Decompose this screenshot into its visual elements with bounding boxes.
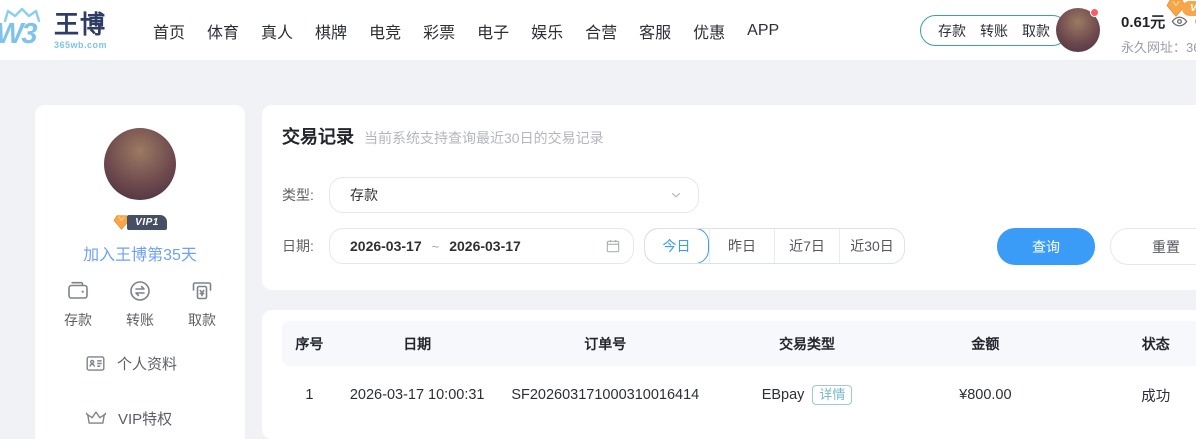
nav-item-esports[interactable]: 电竞 (369, 19, 401, 43)
col-date: 日期 (337, 334, 498, 354)
nav-item-live[interactable]: 真人 (261, 19, 293, 43)
date-range-input[interactable]: 2026-03-17 ~ 2026-03-17 (329, 228, 634, 264)
profile-avatar[interactable] (104, 128, 176, 200)
row-index: 1 (282, 387, 337, 403)
col-status: 状态 (1070, 334, 1196, 354)
search-button[interactable]: 查询 (997, 228, 1095, 265)
nav-item-promo[interactable]: 优惠 (693, 19, 725, 43)
transfer-icon (128, 279, 152, 303)
nav-item-home[interactable]: 首页 (153, 19, 185, 43)
reset-button[interactable]: 重置 (1110, 228, 1196, 265)
col-amount: 金额 (901, 334, 1069, 354)
type-filter-label: 类型: (282, 185, 329, 205)
range-7days-button[interactable]: 近7日 (774, 229, 839, 263)
header-withdraw-link[interactable]: 取款 (1022, 21, 1050, 41)
vip-level-label: VIP1 (127, 215, 167, 230)
row-amount: ¥800.00 (901, 387, 1069, 403)
nav-item-sports[interactable]: 体育 (207, 19, 239, 43)
date-range-group: 今日 昨日 近7日 近30日 (644, 228, 905, 264)
crown-icon (85, 407, 107, 429)
sidebar-item-vip[interactable]: VIP特权 (85, 407, 172, 429)
logo-wordmark: W3 (0, 18, 36, 51)
sidebar-withdraw-label: 取款 (188, 310, 216, 330)
sidebar-deposit-label: 存款 (64, 310, 92, 330)
date-from-value: 2026-03-17 (350, 238, 422, 254)
profile-sidebar: VIP1 加入王博第35天 存款 转账 取款 个人资料 (35, 105, 245, 439)
brand-domain: 365wb.com (54, 41, 107, 50)
sidebar-transfer-label: 转账 (126, 310, 154, 330)
sidebar-item-profile-label: 个人资料 (117, 353, 177, 374)
nav-item-app[interactable]: APP (747, 22, 779, 40)
id-card-icon (85, 353, 106, 374)
permanent-url: 永久网址：365 (1121, 37, 1196, 56)
balance-block: 0.61元 永久网址：365 (1121, 11, 1196, 56)
logo-text: 王博 365wb.com (54, 13, 107, 50)
nav-item-slots[interactable]: 电子 (477, 19, 509, 43)
transaction-table-card: 序号 日期 订单号 交易类型 金额 状态 1 2026-03-17 10:00:… (262, 310, 1196, 439)
nav-item-entertainment[interactable]: 娱乐 (531, 19, 563, 43)
date-filter-label: 日期: (282, 236, 329, 256)
col-type: 交易类型 (713, 334, 901, 354)
date-separator: ~ (432, 239, 440, 254)
main-nav: 首页 体育 真人 棋牌 电竞 彩票 电子 娱乐 合营 客服 优惠 APP (153, 0, 779, 61)
page-subtitle: 当前系统支持查询最近30日的交易记录 (364, 128, 604, 148)
row-status: 成功 (1070, 385, 1196, 406)
vip-tag-label: VIP (1182, 1, 1196, 16)
transaction-filter-card: 交易记录 当前系统支持查询最近30日的交易记录 类型: 存款 日期: 2026-… (262, 105, 1196, 290)
table-row: 1 2026-03-17 10:00:31 SF2026031710003100… (282, 366, 1196, 424)
row-pay-type: EBpay 详情 (713, 385, 901, 405)
sidebar-quick-actions: 存款 转账 取款 (47, 279, 233, 330)
header-deposit-link[interactable]: 存款 (938, 21, 966, 41)
vip-corner-badge: VIP (1166, 0, 1196, 17)
sidebar-item-vip-label: VIP特权 (118, 408, 172, 429)
header-transfer-link[interactable]: 转账 (980, 21, 1008, 41)
nav-item-lottery[interactable]: 彩票 (423, 19, 455, 43)
sidebar-withdraw-action[interactable]: 取款 (171, 279, 233, 330)
brand-name: 王博 (54, 13, 107, 38)
notification-dot (1090, 8, 1099, 17)
top-header: W3 王博 365wb.com 首页 体育 真人 棋牌 电竞 彩票 电子 娱乐 … (0, 0, 1196, 61)
table-header-row: 序号 日期 订单号 交易类型 金额 状态 (282, 321, 1196, 366)
wallet-icon (66, 279, 90, 303)
vip-level-badge: VIP1 (35, 215, 245, 230)
withdraw-icon (190, 279, 214, 303)
brand-logo[interactable]: W3 王博 365wb.com (0, 6, 107, 56)
join-days-text: 加入王博第35天 (35, 241, 245, 265)
header-wallet-pill: 存款 转账 取款 (920, 15, 1068, 46)
calendar-icon[interactable] (605, 238, 621, 254)
sidebar-item-profile[interactable]: 个人资料 (85, 353, 177, 374)
sidebar-deposit-action[interactable]: 存款 (47, 279, 109, 330)
col-order-no: 订单号 (498, 334, 714, 354)
range-yesterday-button[interactable]: 昨日 (709, 229, 774, 263)
range-today-button[interactable]: 今日 (644, 228, 709, 264)
logo-mark: W3 (0, 6, 48, 56)
sidebar-transfer-action[interactable]: 转账 (109, 279, 171, 330)
type-select[interactable]: 存款 (329, 177, 699, 213)
avatar[interactable] (1056, 8, 1100, 52)
nav-item-board[interactable]: 棋牌 (315, 19, 347, 43)
date-to-value: 2026-03-17 (449, 238, 521, 254)
chevron-down-icon (669, 188, 683, 202)
pay-type-value: EBpay (762, 387, 805, 403)
type-select-value: 存款 (350, 185, 669, 205)
row-datetime: 2026-03-17 10:00:31 (337, 387, 498, 403)
row-order-no: SF202603171000310016414 (498, 387, 714, 403)
balance-amount: 0.61元 (1121, 11, 1165, 32)
nav-item-service[interactable]: 客服 (639, 19, 671, 43)
nav-item-partner[interactable]: 合营 (585, 19, 617, 43)
page-title: 交易记录 (282, 123, 354, 149)
detail-button[interactable]: 详情 (812, 385, 852, 405)
range-30days-button[interactable]: 近30日 (839, 229, 904, 263)
col-index: 序号 (282, 334, 337, 354)
